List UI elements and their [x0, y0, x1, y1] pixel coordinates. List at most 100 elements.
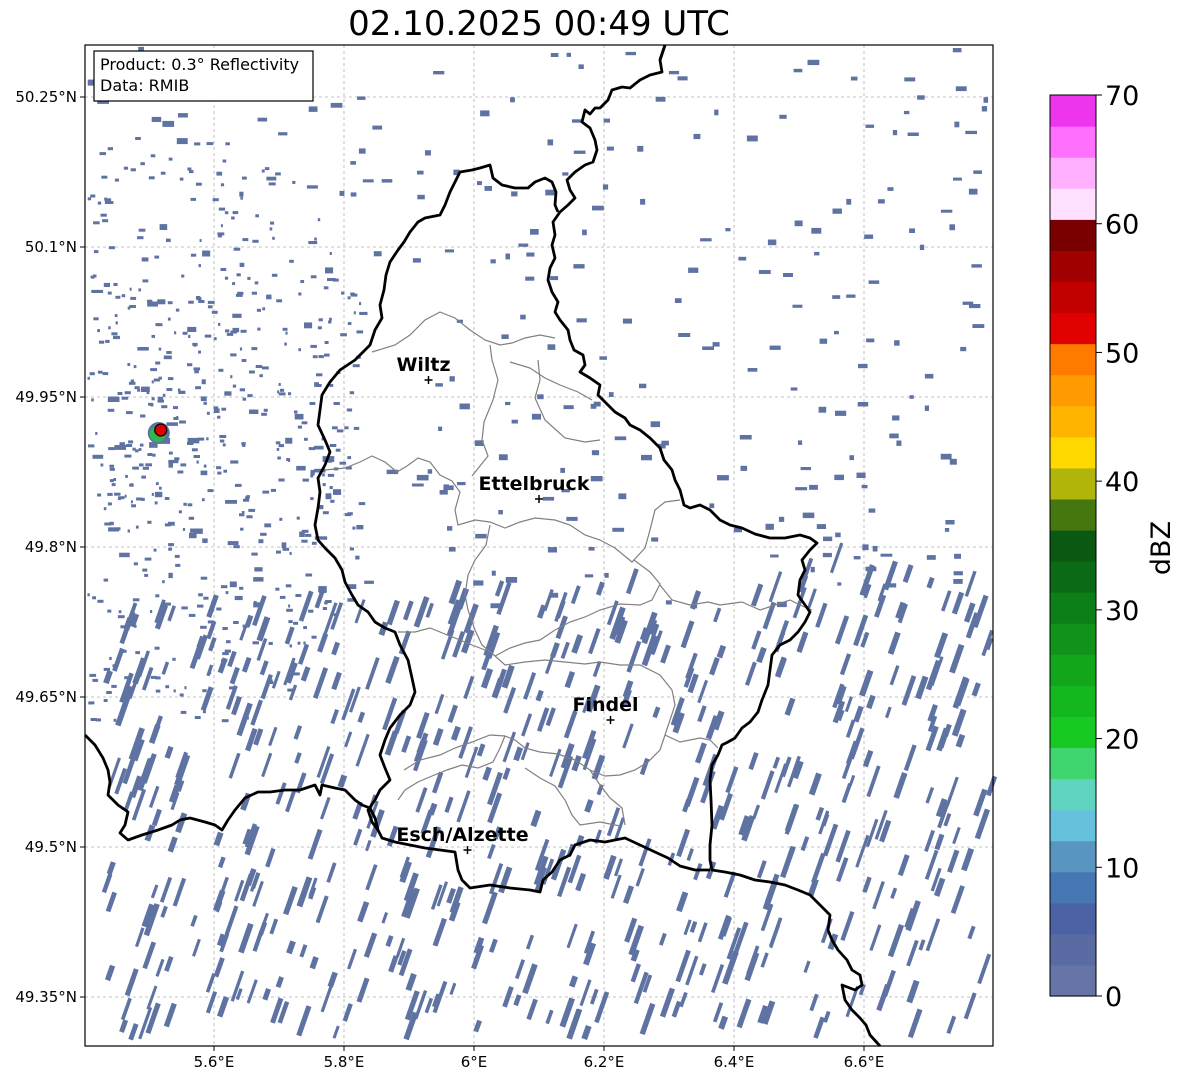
echo-pixel — [175, 308, 180, 312]
echo-pixel — [222, 443, 226, 447]
echo-pixel — [188, 516, 195, 520]
echo-pixel — [219, 439, 225, 443]
echo-pixel — [158, 347, 162, 351]
echo-pixel — [490, 259, 496, 264]
echo-pixel — [542, 496, 555, 501]
colorbar-tick-label: 70 — [1105, 81, 1139, 112]
echo-pixel — [218, 207, 226, 211]
echo-pixel — [219, 435, 227, 438]
echo-pixel — [945, 520, 955, 525]
echo-pixel — [550, 276, 559, 281]
echo-pixel — [198, 264, 201, 268]
echo-pixel — [183, 502, 187, 506]
echo-pixel — [202, 498, 205, 502]
echo-pixel — [165, 685, 170, 689]
echo-pixel — [944, 528, 950, 532]
colorbar-segment — [1050, 250, 1096, 283]
echo-pixel — [329, 252, 332, 255]
echo-pixel — [352, 364, 360, 368]
echo-pixel — [92, 454, 104, 459]
echo-pixel — [599, 356, 607, 360]
echo-pixel — [677, 76, 688, 81]
echo-pixel — [125, 474, 128, 478]
echo-pixel — [108, 527, 120, 532]
echo-pixel — [344, 513, 351, 517]
echo-pixel — [588, 547, 595, 551]
echo-pixel — [336, 429, 344, 433]
echo-pixel — [296, 465, 306, 471]
echo-pixel — [308, 241, 318, 245]
echo-pixel — [294, 413, 304, 420]
echo-pixel — [591, 450, 600, 456]
echo-pixel — [199, 239, 202, 243]
echo-pixel — [447, 526, 453, 531]
echo-pixel — [765, 523, 774, 530]
echo-pixel — [147, 520, 152, 524]
echo-pixel — [693, 133, 701, 140]
echo-pixel — [168, 451, 173, 455]
echo-pixel — [90, 701, 95, 705]
echo-pixel — [130, 500, 133, 504]
echo-pixel — [344, 426, 349, 430]
echo-pixel — [590, 403, 597, 409]
echo-pixel — [738, 256, 747, 261]
echo-pixel — [231, 216, 235, 220]
echo-pixel — [276, 550, 281, 554]
echo-pixel — [822, 552, 832, 558]
echo-pixel — [137, 388, 141, 392]
echo-pixel — [114, 314, 118, 318]
echo-pixel — [107, 609, 112, 613]
echo-pixel — [328, 320, 332, 324]
echo-pixel — [304, 437, 308, 441]
echo-pixel — [135, 651, 140, 655]
echo-pixel — [202, 538, 208, 543]
echo-pixel — [87, 197, 92, 201]
echo-pixel — [194, 716, 201, 719]
echo-pixel — [182, 331, 188, 335]
echo-pixel — [154, 501, 158, 505]
city-label: Ettelbruck — [479, 473, 590, 495]
echo-pixel — [190, 197, 196, 201]
echo-pixel — [459, 403, 470, 410]
echo-pixel — [700, 238, 712, 242]
echo-pixel — [224, 211, 229, 215]
echo-pixel — [625, 51, 636, 56]
info-product: Product: 0.3° Reflectivity — [100, 55, 299, 74]
colorbar-segment — [1050, 933, 1096, 966]
echo-pixel — [224, 276, 229, 280]
echo-pixel — [333, 402, 340, 405]
echo-pixel — [306, 185, 318, 189]
echo-pixel — [547, 139, 554, 146]
info-box: Product: 0.3° Reflectivity Data: RMIB — [93, 50, 314, 102]
echo-pixel — [206, 142, 214, 146]
echo-pixel — [190, 253, 197, 257]
echo-pixel — [160, 171, 166, 175]
echo-streak — [123, 617, 134, 631]
colorbar-segment — [1050, 871, 1096, 904]
echo-pixel — [93, 250, 99, 254]
echo-pixel — [173, 417, 179, 420]
echo-pixel — [126, 411, 133, 415]
y-tick-label: 49.95°N — [15, 388, 77, 406]
echo-pixel — [972, 324, 985, 328]
echo-pixel — [152, 453, 156, 457]
echo-pixel — [362, 179, 374, 183]
echo-pixel — [256, 308, 261, 312]
echo-pixel — [983, 97, 989, 103]
echo-pixel — [260, 532, 267, 536]
echo-pixel — [187, 363, 193, 367]
echo-pixel — [347, 296, 351, 300]
echo-pixel — [145, 463, 152, 467]
city-label: Findel — [572, 694, 638, 716]
echo-pixel — [137, 236, 144, 240]
echo-pixel — [332, 426, 338, 430]
echo-pixel — [220, 224, 223, 228]
echo-pixel — [892, 415, 900, 421]
echo-pixel — [823, 536, 833, 542]
echo-pixel — [861, 484, 868, 489]
echo-pixel — [223, 469, 227, 473]
echo-pixel — [862, 544, 869, 551]
echo-pixel — [115, 295, 121, 299]
echo-pixel — [168, 572, 173, 579]
colorbar-segment — [1050, 126, 1096, 158]
